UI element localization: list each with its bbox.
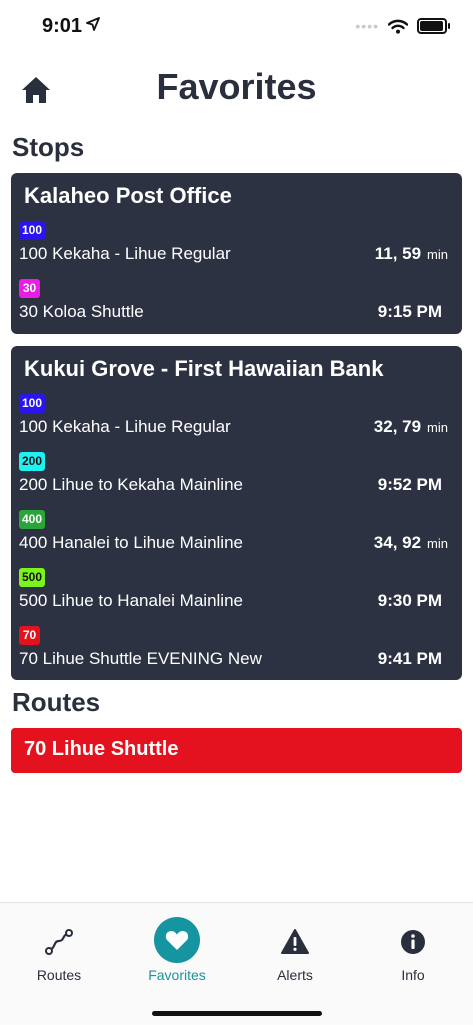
wifi-icon — [388, 19, 408, 34]
arrival-value: 11, 59 — [374, 244, 422, 263]
arrival-time: 9:15 PM — [378, 302, 448, 322]
route-name: 100 Kekaha - Lihue Regular — [19, 244, 231, 263]
header: Favorites — [0, 60, 473, 120]
arrival-value: 32, 79 — [373, 417, 422, 436]
arrival-unit: min — [427, 420, 448, 435]
route-path-icon — [45, 929, 73, 955]
tab-label: Routes — [36, 967, 82, 983]
tab-routes[interactable]: Routes — [0, 903, 118, 1003]
stop-name: Kukui Grove - First Hawaiian Bank — [24, 356, 384, 381]
route-name: 100 Kekaha - Lihue Regular — [19, 417, 231, 436]
arrival-unit: min — [427, 536, 448, 551]
favorite-route-label: 70 Lihue Shuttle — [24, 738, 179, 760]
stops-heading: Stops — [12, 132, 85, 162]
route-name: 500 Lihue to Hanalei Mainline — [19, 591, 243, 610]
stop-route-row[interactable]: 100 100 Kekaha - Lihue Regular 11, 59 min — [11, 221, 462, 277]
arrival-value: 34, 92 — [373, 533, 422, 552]
arrival-unit: min — [427, 247, 448, 262]
tab-bar: Routes Favorites Alerts Info — [0, 902, 473, 1025]
route-name: 200 Lihue to Kekaha Mainline — [19, 475, 243, 494]
tab-label: Alerts — [277, 967, 313, 983]
route-badge: 30 — [19, 279, 40, 298]
status-time: 9:01 — [42, 15, 83, 37]
location-arrow-icon — [86, 17, 100, 31]
signal-dots-icon: •••• — [355, 18, 379, 34]
heart-icon — [165, 930, 189, 950]
arrival-value: 9:52 PM — [377, 475, 442, 494]
stop-card[interactable]: Kalaheo Post Office 100 100 Kekaha - Lih… — [11, 173, 462, 334]
favorite-route-70[interactable]: 70 Lihue Shuttle — [11, 728, 462, 773]
tab-label: Favorites — [148, 967, 206, 983]
arrival-value: 9:15 PM — [377, 302, 442, 321]
arrival-time: 9:30 PM — [378, 591, 448, 611]
stop-route-row[interactable]: 400 400 Hanalei to Lihue Mainline 34, 92… — [11, 510, 462, 566]
route-badge: 100 — [19, 221, 46, 240]
status-indicators: •••• — [355, 18, 450, 34]
stop-route-row[interactable]: 30 30 Koloa Shuttle 9:15 PM — [11, 279, 462, 335]
arrival-time: 9:41 PM — [378, 649, 448, 669]
page-title: Favorites — [156, 66, 317, 107]
stop-route-row[interactable]: 100 100 Kekaha - Lihue Regular 32, 79 min — [11, 394, 462, 450]
status-bar: 9:01 •••• — [0, 0, 473, 54]
arrival-value: 9:30 PM — [377, 591, 442, 610]
route-name: 70 Lihue Shuttle EVENING New — [19, 649, 262, 668]
arrival-time: 9:52 PM — [378, 475, 448, 495]
stop-card[interactable]: Kukui Grove - First Hawaiian Bank 100 10… — [11, 346, 462, 680]
route-badge: 200 — [19, 452, 46, 471]
route-badge: 400 — [19, 510, 46, 529]
home-indicator — [152, 1011, 322, 1016]
route-name: 30 Koloa Shuttle — [19, 302, 144, 321]
routes-heading: Routes — [12, 687, 101, 717]
battery-icon — [417, 18, 450, 34]
tab-info[interactable]: Info — [354, 903, 472, 1003]
arrival-value: 9:41 PM — [377, 649, 442, 668]
info-icon — [401, 930, 425, 954]
alert-triangle-icon — [281, 929, 309, 954]
tab-label: Info — [401, 967, 425, 983]
stop-route-row[interactable]: 200 200 Lihue to Kekaha Mainline 9:52 PM — [11, 452, 462, 508]
route-badge: 500 — [19, 568, 46, 587]
stop-route-row[interactable]: 70 70 Lihue Shuttle EVENING New 9:41 PM — [11, 626, 462, 682]
stop-name: Kalaheo Post Office — [24, 183, 232, 208]
tab-favorites[interactable]: Favorites — [118, 903, 236, 1003]
route-badge: 70 — [19, 626, 40, 645]
stop-route-row[interactable]: 500 500 Lihue to Hanalei Mainline 9:30 P… — [11, 568, 462, 624]
tab-alerts[interactable]: Alerts — [236, 903, 354, 1003]
arrival-time: 11, 59 min — [375, 244, 448, 264]
favorites-active-indicator — [154, 917, 200, 963]
arrival-time: 34, 92 min — [374, 533, 448, 553]
route-badge: 100 — [19, 394, 46, 413]
arrival-time: 32, 79 min — [374, 417, 448, 437]
route-name: 400 Hanalei to Lihue Mainline — [19, 533, 243, 552]
